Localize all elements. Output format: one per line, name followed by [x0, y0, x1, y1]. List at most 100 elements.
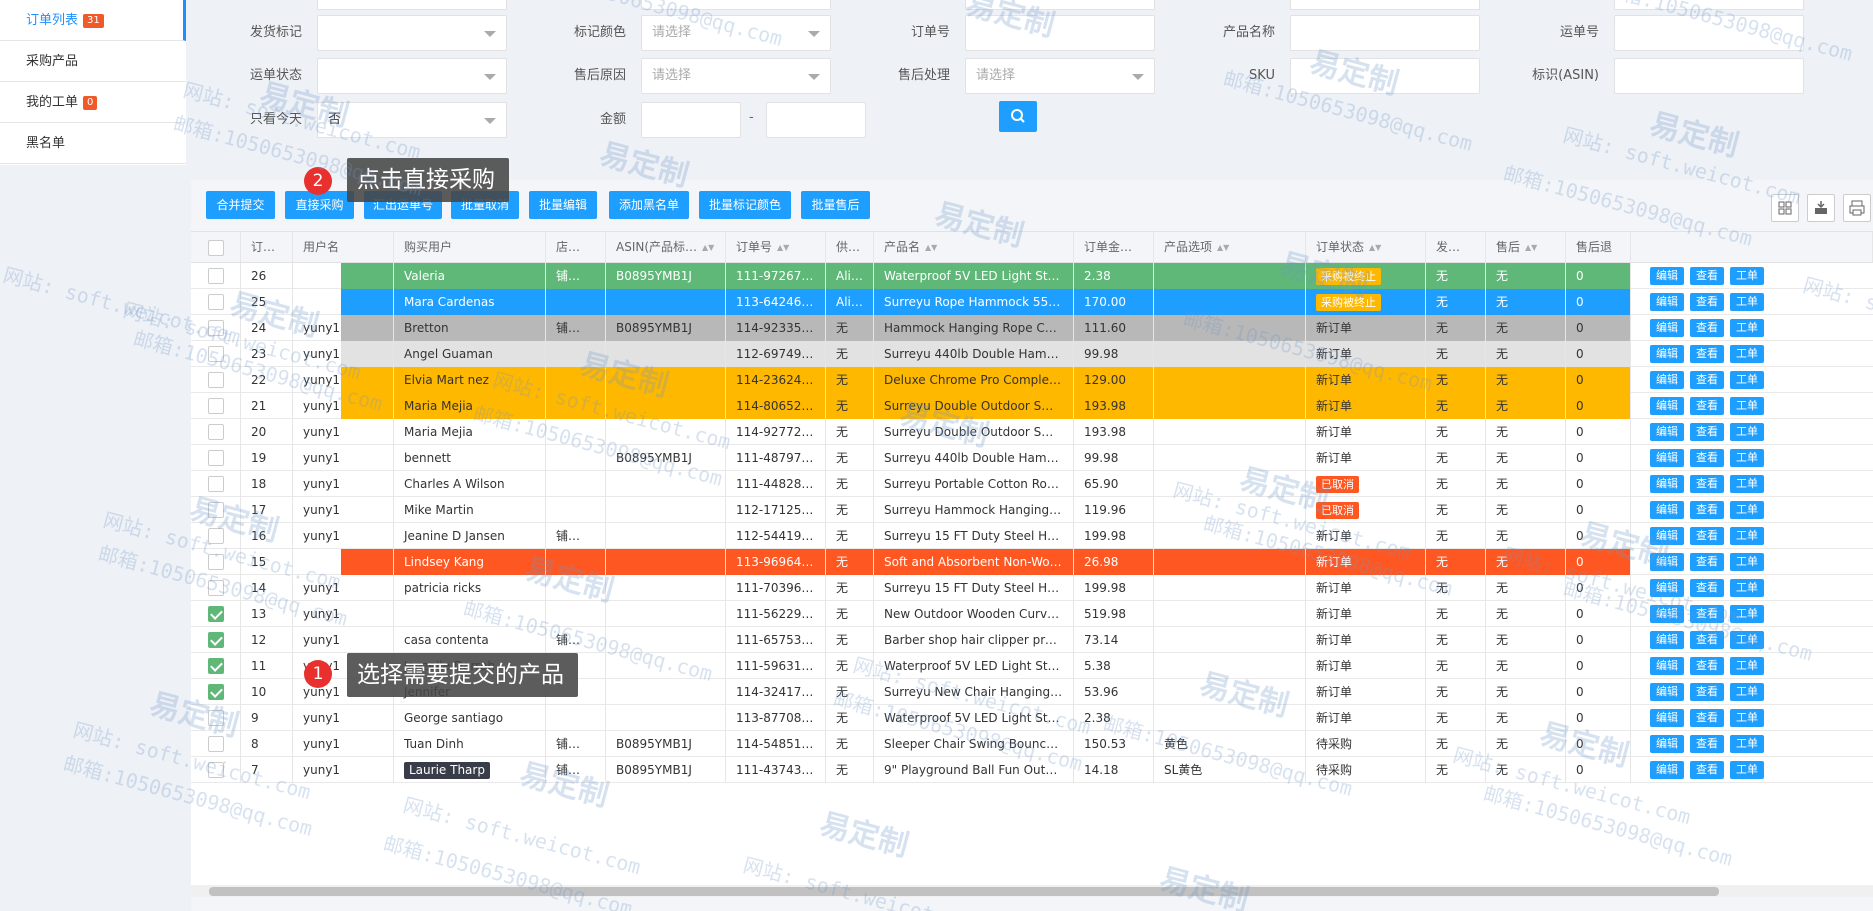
scrollbar-thumb[interactable]	[209, 887, 1719, 896]
add-blacklist-button[interactable]: 添加黑名单	[609, 191, 689, 219]
asin-input[interactable]	[1614, 58, 1804, 94]
table-row[interactable]: 23 yuny1 Angel Guaman 112-69749… 无 Surreyu 44…	[191, 341, 1873, 367]
view-button[interactable]: 查看	[1690, 449, 1724, 467]
ticket-button[interactable]: 工单	[1730, 449, 1764, 467]
sidebar-item-my-tickets[interactable]: 我的工单 0	[0, 82, 186, 123]
edit-button[interactable]: 编辑	[1650, 683, 1684, 701]
view-button[interactable]: 查看	[1690, 293, 1724, 311]
batch-edit-button[interactable]: 批量编辑	[529, 191, 597, 219]
view-button[interactable]: 查看	[1690, 501, 1724, 519]
edit-button[interactable]: 编辑	[1650, 709, 1684, 727]
table-row[interactable]: 16 yuny1 Jeanine D Jansen 铺… 112-54419… 无 Surr…	[191, 523, 1873, 549]
ticket-button[interactable]: 工单	[1730, 735, 1764, 753]
ticket-button[interactable]: 工单	[1730, 761, 1764, 779]
edit-button[interactable]: 编辑	[1650, 735, 1684, 753]
sort-icon[interactable]: ▲▼	[925, 233, 937, 263]
sidebar-item-purchase-products[interactable]: 采购产品	[0, 41, 186, 82]
export-icon[interactable]	[1807, 194, 1835, 222]
row-checkbox[interactable]	[208, 268, 224, 284]
view-button[interactable]: 查看	[1690, 709, 1724, 727]
table-row[interactable]: 20 yuny1 Maria Mejia 114-92772… 无 Surreyu Dou…	[191, 419, 1873, 445]
tracking-no-input[interactable]	[1614, 15, 1804, 51]
row-checkbox[interactable]	[208, 762, 224, 778]
row-checkbox[interactable]	[208, 398, 224, 414]
row-checkbox[interactable]	[208, 710, 224, 726]
merge-submit-button[interactable]: 合并提交	[206, 191, 275, 219]
sidebar-item-order-list[interactable]: 订单列表 31	[0, 0, 186, 41]
view-button[interactable]: 查看	[1690, 683, 1724, 701]
table-row[interactable]: 8 yuny1 Tuan Dinh 铺… B0895YMB1J 114-54851… 无 Sl…	[191, 731, 1873, 757]
row-checkbox[interactable]	[208, 528, 224, 544]
row-checkbox[interactable]	[208, 658, 224, 674]
sort-icon[interactable]: ▲▼	[777, 233, 789, 263]
edit-button[interactable]: 编辑	[1650, 527, 1684, 545]
tracking-status-select[interactable]	[317, 58, 507, 94]
row-checkbox[interactable]	[208, 632, 224, 648]
today-only-select[interactable]: 否	[317, 102, 507, 138]
row-checkbox[interactable]	[208, 346, 224, 362]
table-row[interactable]: 18 yuny1 Charles A Wilson 111-44828… 无 Surrey…	[191, 471, 1873, 497]
edit-button[interactable]: 编辑	[1650, 267, 1684, 285]
edit-button[interactable]: 编辑	[1650, 631, 1684, 649]
edit-button[interactable]: 编辑	[1650, 501, 1684, 519]
edit-button[interactable]: 编辑	[1650, 371, 1684, 389]
table-row[interactable]: 12 yuny1 casa contenta 铺… 111-65753… 无 Barber …	[191, 627, 1873, 653]
row-checkbox[interactable]	[208, 580, 224, 596]
ticket-button[interactable]: 工单	[1730, 683, 1764, 701]
product-name-input[interactable]	[1290, 15, 1480, 51]
table-row[interactable]: 21 yuny1 Maria Mejia 114-80652… 无 Surreyu Dou…	[191, 393, 1873, 419]
edit-button[interactable]: 编辑	[1650, 553, 1684, 571]
sort-icon[interactable]: ▲▼	[702, 233, 714, 263]
col-order-no-header[interactable]: 订单号 ▲▼	[726, 232, 826, 263]
sku-input[interactable]	[1290, 58, 1480, 94]
view-button[interactable]: 查看	[1690, 475, 1724, 493]
col-product-option-header[interactable]: 产品选项 ▲▼	[1154, 232, 1306, 263]
sort-icon[interactable]: ▲▼	[1525, 233, 1537, 263]
ticket-button[interactable]: 工单	[1730, 475, 1764, 493]
ticket-button[interactable]: 工单	[1730, 579, 1764, 597]
ticket-button[interactable]: 工单	[1730, 553, 1764, 571]
sort-icon[interactable]: ▲▼	[1137, 233, 1149, 263]
row-checkbox[interactable]	[208, 372, 224, 388]
edit-button[interactable]: 编辑	[1650, 475, 1684, 493]
row-checkbox[interactable]	[208, 606, 224, 622]
ticket-button[interactable]: 工单	[1730, 605, 1764, 623]
edit-button[interactable]: 编辑	[1650, 345, 1684, 363]
row-checkbox[interactable]	[208, 736, 224, 752]
direct-purchase-button[interactable]: 直接采购	[285, 191, 354, 219]
view-button[interactable]: 查看	[1690, 345, 1724, 363]
col-order-amount-header[interactable]: 订单金… ▲▼	[1074, 232, 1154, 263]
ticket-button[interactable]: 工单	[1730, 631, 1764, 649]
table-row[interactable]: 14 yuny1 patricia ricks 111-70396… 无 Surreyu …	[191, 575, 1873, 601]
view-button[interactable]: 查看	[1690, 319, 1724, 337]
edit-button[interactable]: 编辑	[1650, 761, 1684, 779]
table-row[interactable]: 9 yuny1 George santiago 113-87708… 无 Waterpro…	[191, 705, 1873, 731]
edit-button[interactable]: 编辑	[1650, 657, 1684, 675]
view-button[interactable]: 查看	[1690, 579, 1724, 597]
edit-button[interactable]: 编辑	[1650, 449, 1684, 467]
table-row[interactable]: 26 yuny1 Valeria 铺… B0895YMB1J 111-97267… Ali……	[191, 263, 1873, 289]
view-button[interactable]: 查看	[1690, 267, 1724, 285]
view-button[interactable]: 查看	[1690, 553, 1724, 571]
ticket-button[interactable]: 工单	[1730, 267, 1764, 285]
view-button[interactable]: 查看	[1690, 371, 1724, 389]
table-row[interactable]: 13 yuny1 111-56229… 无 New Outdoor Wooden Cur…	[191, 601, 1873, 627]
edit-button[interactable]: 编辑	[1650, 293, 1684, 311]
view-button[interactable]: 查看	[1690, 397, 1724, 415]
ticket-button[interactable]: 工单	[1730, 293, 1764, 311]
row-checkbox[interactable]	[208, 294, 224, 310]
ticket-button[interactable]: 工单	[1730, 319, 1764, 337]
sort-icon[interactable]: ▲▼	[1217, 233, 1229, 263]
table-row[interactable]: 25 yuny1 Mara Cardenas 113-64246… Ali… Surrey…	[191, 289, 1873, 315]
mark-color-select[interactable]: 请选择	[641, 15, 831, 51]
batch-mark-color-button[interactable]: 批量标记颜色	[699, 191, 791, 219]
col-order-status-header[interactable]: 订单状态 ▲▼	[1306, 232, 1426, 263]
col-asin-header[interactable]: ASIN(产品标… ▲▼	[606, 232, 726, 263]
row-checkbox[interactable]	[208, 450, 224, 466]
ticket-button[interactable]: 工单	[1730, 709, 1764, 727]
sidebar-item-blacklist[interactable]: 黑名单	[0, 123, 186, 164]
table-row[interactable]: 24 yuny1 Bretton 铺… B0895YMB1J 114-92335… 无 Ham…	[191, 315, 1873, 341]
select-all-checkbox[interactable]	[208, 240, 224, 256]
ticket-button[interactable]: 工单	[1730, 527, 1764, 545]
row-checkbox[interactable]	[208, 502, 224, 518]
